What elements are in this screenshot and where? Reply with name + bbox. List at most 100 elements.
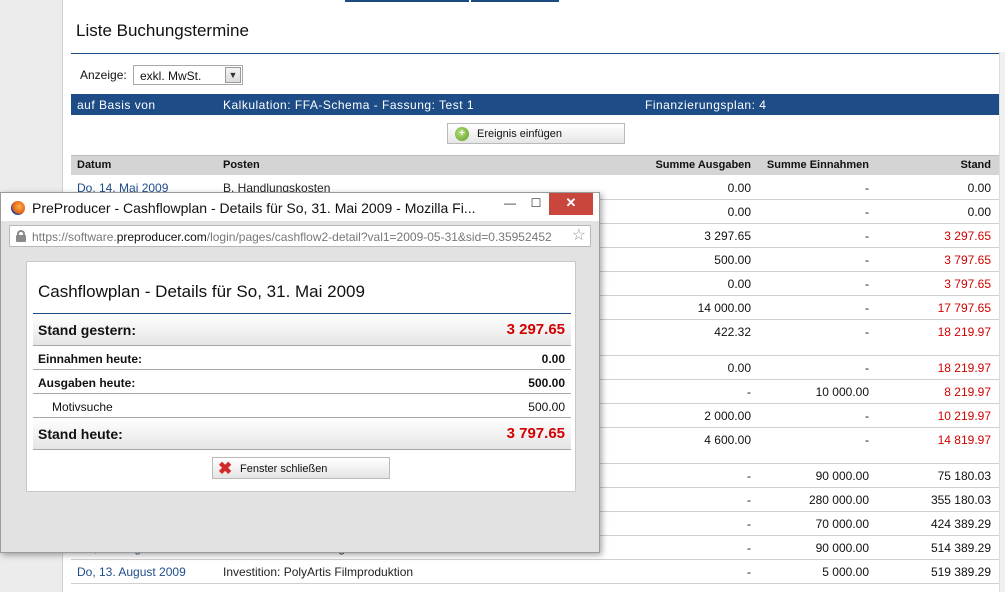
add-event-icon: +	[455, 127, 469, 141]
income-sum: -	[865, 229, 869, 243]
expense-sum: 2 000.00	[704, 409, 751, 423]
insert-event-label: Ereignis einfügen	[477, 128, 563, 140]
einnahmen-row: Einnahmen heute: 0.00	[33, 346, 571, 370]
income-sum: -	[865, 301, 869, 315]
balance: 514 389.29	[930, 541, 991, 555]
tab-indicator	[471, 0, 559, 2]
balance: 519 389.29	[930, 565, 991, 579]
basis-bar: auf Basis von Kalkulation: FFA-Schema - …	[71, 94, 999, 115]
scrollbar[interactable]	[999, 52, 1005, 592]
table-row: Do, 13. August 2009 Investition: PolyArti…	[71, 560, 999, 584]
close-window-action-label: Fenster schließen	[240, 463, 328, 475]
stand-gestern-label: Stand gestern:	[38, 322, 137, 338]
stand-gestern-value: 3 297.65	[506, 321, 565, 338]
booking-date-link[interactable]: Do, 13. August 2009	[77, 565, 186, 579]
expense-sum: 3 297.65	[704, 229, 751, 243]
popup-window: PreProducer - Cashflowplan - Details für…	[0, 192, 600, 553]
window-titlebar[interactable]: PreProducer - Cashflowplan - Details für…	[1, 193, 599, 221]
expense-sum: -	[747, 385, 751, 399]
ausgaben-row: Ausgaben heute: 500.00	[33, 370, 571, 394]
expense-sum: 14 000.00	[697, 301, 751, 315]
firefox-icon	[11, 201, 25, 215]
ausgaben-value: 500.00	[528, 376, 565, 390]
income-sum: -	[865, 277, 869, 291]
income-sum: 90 000.00	[815, 541, 869, 555]
balance: 3 797.65	[944, 277, 991, 291]
income-sum: -	[865, 433, 869, 447]
url-path: /login/pages/cashflow2-detail?val1=2009-…	[206, 230, 552, 244]
star-icon[interactable]: ☆	[572, 227, 586, 245]
expense-item-value: 500.00	[528, 400, 565, 414]
balance: 8 219.97	[944, 385, 991, 399]
balance: 3 297.65	[944, 229, 991, 243]
page-title: Liste Buchungstermine	[76, 21, 249, 40]
window-title: PreProducer - Cashflowplan - Details für…	[32, 200, 476, 216]
lock-icon	[16, 230, 26, 242]
basis-calculation: Kalkulation: FFA-Schema - Fassung: Test …	[223, 98, 475, 112]
expense-item-label: Motivsuche	[52, 400, 113, 414]
minimize-button[interactable]: —	[497, 193, 523, 215]
expense-sum: -	[747, 517, 751, 531]
balance: 424 389.29	[930, 517, 991, 531]
url-prefix: https://software.	[32, 230, 117, 244]
url-bar[interactable]: https://software.preproducer.com/login/p…	[9, 225, 591, 247]
expense-sum: -	[747, 541, 751, 555]
header-expenses[interactable]: Summe Ausgaben	[655, 159, 751, 171]
header-balance[interactable]: Stand	[960, 159, 991, 171]
income-sum: 90 000.00	[815, 469, 869, 483]
expense-sum: 0.00	[727, 361, 751, 375]
income-sum: 280 000.00	[808, 493, 869, 507]
einnahmen-label: Einnahmen heute:	[38, 352, 143, 366]
balance: 14 819.97	[937, 433, 991, 447]
income-sum: -	[865, 181, 869, 195]
income-sum: -	[865, 361, 869, 375]
tab-indicator	[345, 0, 469, 2]
expense-sum: 4 600.00	[704, 433, 751, 447]
basis-label: auf Basis von	[77, 98, 156, 112]
balance: 355 180.03	[930, 493, 991, 507]
dropdown-arrow-icon[interactable]: ▼	[225, 67, 241, 83]
stand-heute-value: 3 797.65	[506, 425, 565, 442]
close-window-action-button[interactable]: ✖ Fenster schließen	[212, 457, 390, 479]
maximize-button[interactable]: ☐	[523, 193, 549, 215]
close-x-icon: ✖	[218, 459, 233, 478]
income-sum: 5 000.00	[822, 565, 869, 579]
income-sum: -	[865, 205, 869, 219]
insert-event-button[interactable]: + Ereignis einfügen	[447, 123, 625, 144]
income-sum: 10 000.00	[815, 385, 869, 399]
income-sum: -	[865, 325, 869, 339]
expense-sum: 422.32	[714, 325, 751, 339]
expense-sum: 500.00	[714, 253, 751, 267]
display-label: Anzeige:	[80, 68, 127, 82]
balance: 10 219.97	[937, 409, 991, 423]
stand-heute-label: Stand heute:	[38, 426, 123, 442]
income-sum: -	[865, 409, 869, 423]
close-window-button[interactable]: ✕	[549, 193, 593, 215]
header-income[interactable]: Summe Einnahmen	[767, 159, 869, 171]
basis-financing: Finanzierungsplan: 4	[645, 98, 767, 112]
expense-sum: -	[747, 493, 751, 507]
expense-sum: -	[747, 469, 751, 483]
income-sum: -	[865, 253, 869, 267]
details-heading: Cashflowplan - Details für So, 31. Mai 2…	[38, 282, 365, 301]
expense-sum: 0.00	[727, 277, 751, 291]
balance: 0.00	[967, 181, 991, 195]
url-text[interactable]: https://software.preproducer.com/login/p…	[32, 230, 564, 244]
display-select-value: exkl. MwSt.	[140, 69, 202, 83]
header-date[interactable]: Datum	[77, 159, 111, 171]
table-header: Datum Posten Summe Ausgaben Summe Einnah…	[71, 155, 999, 175]
url-domain: preproducer.com	[116, 230, 207, 244]
stand-gestern-row: Stand gestern: 3 297.65	[33, 314, 571, 346]
header-post[interactable]: Posten	[223, 159, 260, 171]
balance: 75 180.03	[937, 469, 991, 483]
balance: 0.00	[967, 205, 991, 219]
expense-item-row: Motivsuche 500.00	[33, 394, 571, 418]
balance: 3 797.65	[944, 253, 991, 267]
display-select[interactable]: exkl. MwSt. ▼	[133, 65, 243, 85]
ausgaben-label: Ausgaben heute:	[38, 376, 136, 390]
einnahmen-value: 0.00	[541, 352, 565, 366]
balance: 18 219.97	[937, 325, 991, 339]
stand-heute-row: Stand heute: 3 797.65	[33, 418, 571, 450]
expense-sum: -	[747, 565, 751, 579]
booking-post: Investition: PolyArtis Filmproduktion	[223, 565, 414, 579]
